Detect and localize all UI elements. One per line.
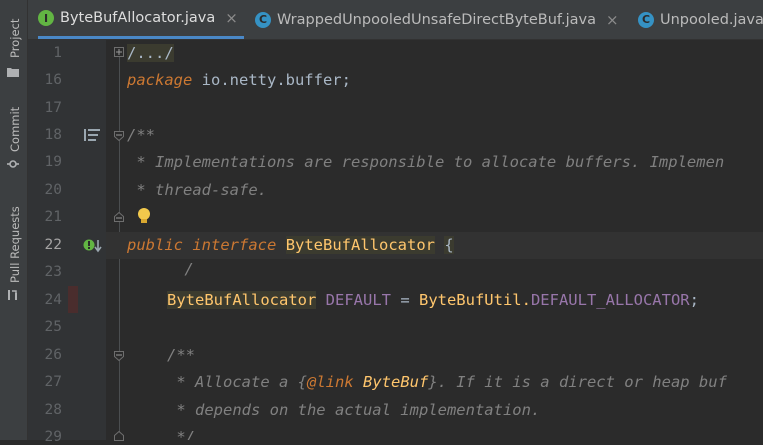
- project-label: Project: [8, 18, 22, 58]
- comment: * Implementations are responsible to all…: [127, 153, 725, 171]
- line-number: 21: [44, 209, 62, 225]
- folder-icon: [7, 68, 19, 77]
- line-number: 26: [44, 347, 62, 363]
- tab-label: Unpooled.java: [660, 11, 763, 28]
- line-number: 25: [44, 319, 62, 335]
- class-icon: C: [255, 11, 271, 28]
- tab-label: WrappedUnpooledUnsafeDirectByteBuf.java: [277, 11, 596, 28]
- comment: }. If it is a direct or heap buf: [428, 373, 727, 391]
- tool-window-strip: Project Commit Pull Requests: [0, 0, 28, 440]
- semicolon: ;: [689, 291, 699, 309]
- pull-request-icon: [8, 290, 17, 300]
- code-line-28: * depends on the actual implementation.: [167, 397, 540, 423]
- class-reference: ByteBufUtil.: [418, 291, 531, 309]
- line-number: 20: [44, 182, 62, 198]
- tab-wrappedunpooledunsafedirectbytebuf[interactable]: C WrappedUnpooledUnsafeDirectByteBuf.jav…: [255, 0, 619, 39]
- editor-tab-bar: I ByteBufAllocator.java × C WrappedUnpoo…: [28, 0, 763, 40]
- line-number-gutter: 1 16 17 18 19 20 21 22 23 24 25 26 27 28…: [28, 40, 106, 445]
- render-doc-icon[interactable]: [84, 129, 100, 141]
- brace: {: [444, 236, 454, 254]
- change-marker: [68, 286, 78, 313]
- project-tool-button[interactable]: Project: [0, 0, 27, 90]
- keyword: public: [127, 236, 183, 254]
- interface-icon: I: [38, 10, 54, 26]
- code-line-19: * Implementations are responsible to all…: [127, 149, 724, 175]
- tab-label: ByteBufAllocator.java: [60, 10, 216, 26]
- tab-unpooled[interactable]: C Unpooled.java: [638, 0, 763, 39]
- line-number: 1: [53, 45, 62, 61]
- close-icon[interactable]: ×: [606, 11, 619, 29]
- code-line-1: /.../: [127, 40, 174, 66]
- line-number: 19: [44, 154, 62, 170]
- code-line-26: /**: [167, 342, 195, 368]
- comment: /**: [127, 126, 155, 144]
- line-number: 16: [44, 72, 62, 88]
- line-number: 29: [44, 429, 62, 445]
- code-line-27: * Allocate a {@link ByteBuf}. If it is a…: [167, 369, 727, 395]
- commit-tool-button[interactable]: Commit: [0, 96, 27, 176]
- constant-reference: DEFAULT_ALLOCATOR: [530, 291, 690, 309]
- line-number: 18: [44, 127, 62, 143]
- operator: =: [390, 291, 419, 309]
- javadoc-link[interactable]: ByteBuf: [354, 373, 428, 391]
- type-name[interactable]: ByteBufAllocator: [167, 291, 317, 309]
- pull-requests-tool-button[interactable]: Pull Requests: [0, 196, 27, 311]
- comment: * Allocate a {: [167, 373, 307, 391]
- keyword: interface: [192, 236, 277, 254]
- line-number: 24: [44, 292, 62, 308]
- line-number: 28: [44, 402, 62, 418]
- class-icon: C: [638, 11, 654, 28]
- line-number: 17: [44, 100, 62, 116]
- line-number-current: 22: [44, 237, 62, 253]
- code-line-20: * thread-safe.: [127, 177, 267, 203]
- code-line-29: */: [167, 424, 195, 440]
- comment: * thread-safe.: [127, 181, 267, 199]
- code-line-21: /: [127, 204, 194, 278]
- code-line-24: ByteBufAllocator DEFAULT = ByteBufUtil.D…: [167, 287, 699, 313]
- commit-icon: [7, 160, 19, 168]
- code-editor[interactable]: /.../ package io.netty.buffer; /** * Imp…: [106, 40, 763, 440]
- javadoc-tag: @link: [306, 373, 354, 391]
- code-line-18: /**: [127, 122, 155, 148]
- tab-bytebufallocator[interactable]: I ByteBufAllocator.java ×: [38, 0, 244, 39]
- line-number: 27: [44, 374, 62, 390]
- comment: /: [184, 260, 194, 278]
- folded-region[interactable]: /.../: [127, 44, 174, 62]
- keyword: package: [127, 71, 193, 89]
- pull-requests-label: Pull Requests: [8, 206, 22, 283]
- interface-name[interactable]: ByteBufAllocator: [285, 236, 435, 254]
- code-line-16: package io.netty.buffer;: [127, 67, 351, 93]
- comment: */: [167, 428, 195, 440]
- line-number: 23: [44, 264, 62, 280]
- code-line-22: public interface ByteBufAllocator {: [127, 232, 454, 258]
- lightbulb-icon[interactable]: [137, 207, 151, 225]
- implemented-icon[interactable]: [83, 238, 103, 254]
- comment: /**: [167, 346, 195, 364]
- commit-label: Commit: [8, 106, 22, 152]
- comment: * depends on the actual implementation.: [167, 401, 541, 419]
- field-name: DEFAULT: [325, 291, 391, 309]
- package-name: io.netty.buffer;: [192, 71, 351, 89]
- close-icon[interactable]: ×: [225, 9, 238, 27]
